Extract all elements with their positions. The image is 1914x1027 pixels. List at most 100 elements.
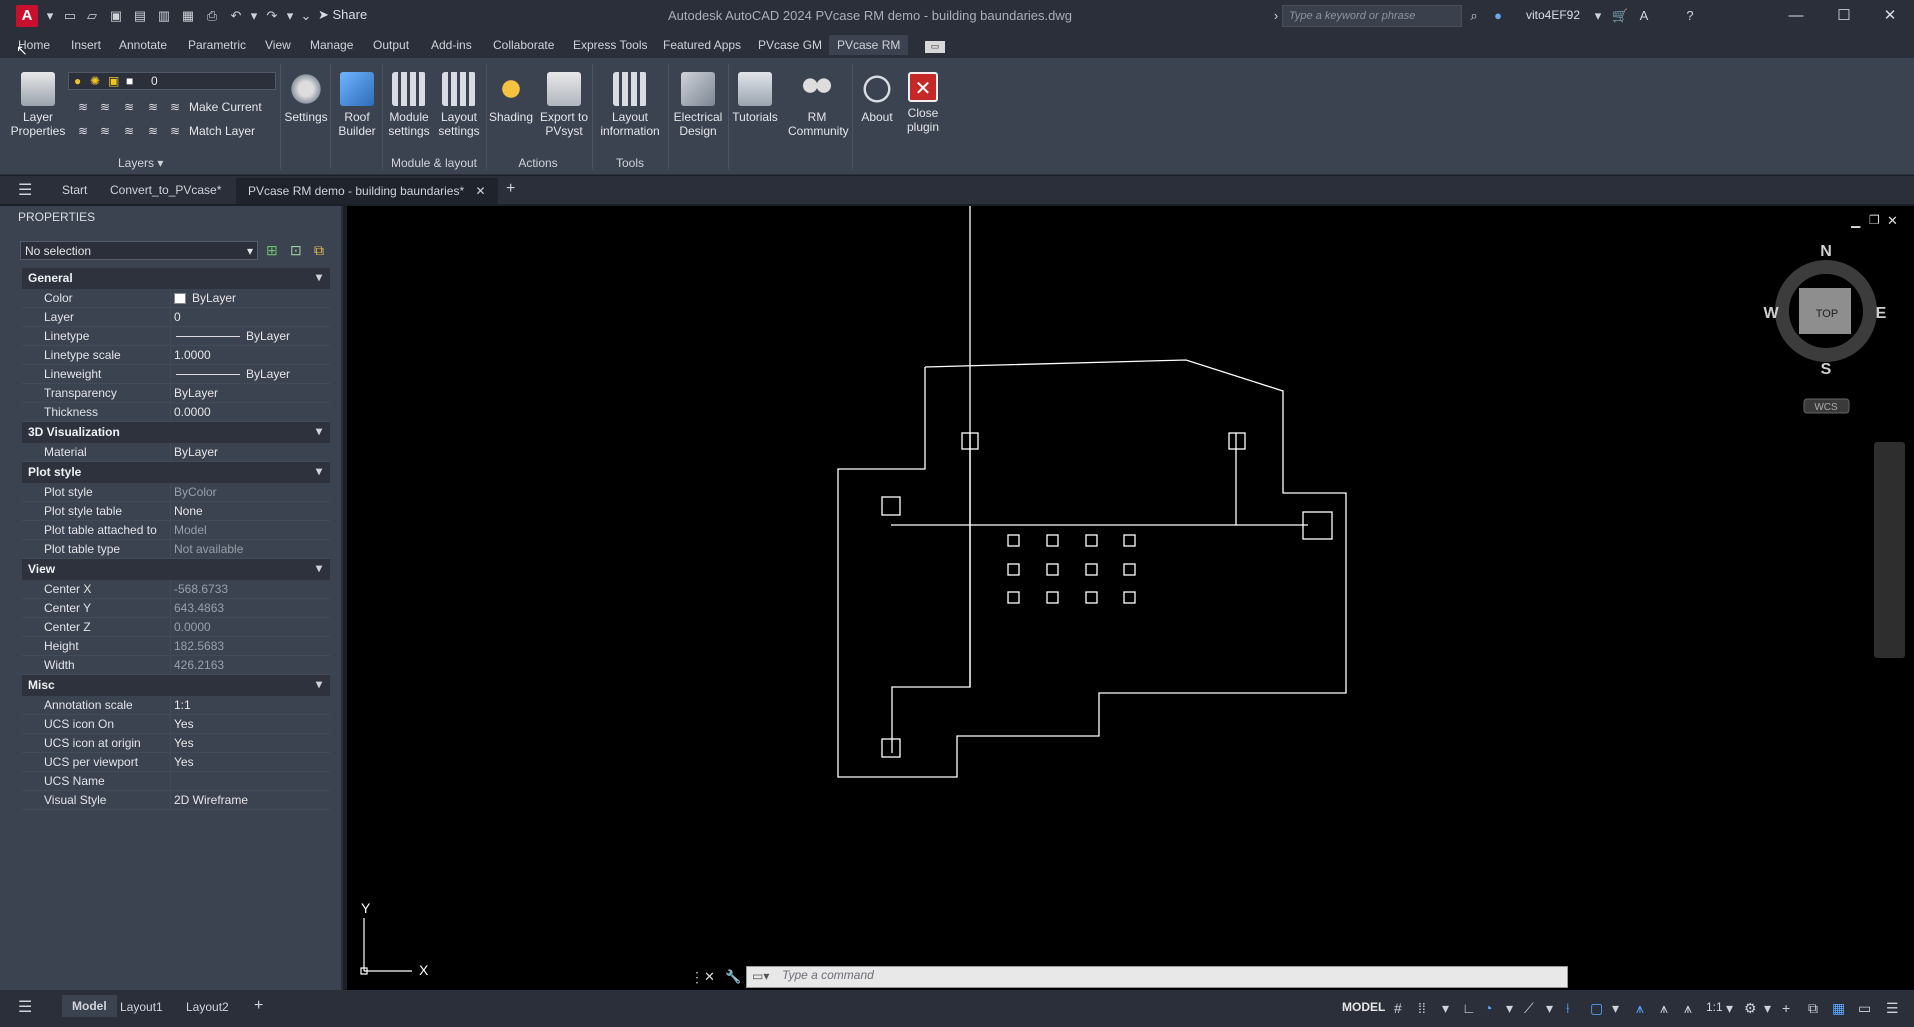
isodraft-icon[interactable]: ⟋ bbox=[1524, 1000, 1534, 1017]
clean-screen-icon[interactable]: ▭ bbox=[1858, 1000, 1871, 1017]
open-folder-icon[interactable]: ▱ bbox=[84, 8, 100, 24]
viewport-minimize-icon[interactable]: ▁ bbox=[1850, 214, 1861, 228]
property-row[interactable]: Width 426.2163 bbox=[22, 656, 330, 675]
property-row[interactable]: Height 182.5683 bbox=[22, 637, 330, 656]
user-dropdown-icon[interactable]: ▾ bbox=[1590, 8, 1606, 24]
tab-output[interactable]: Output bbox=[373, 38, 409, 52]
undo-icon[interactable]: ↶ bbox=[228, 8, 244, 24]
search-input[interactable]: Type a keyword or phrase bbox=[1282, 5, 1462, 27]
tab-layout1[interactable]: Layout1 bbox=[120, 1000, 163, 1014]
drawing-canvas[interactable]: Y X TOP N S E W WCS ▁ ❐ ✕ bbox=[347, 206, 1914, 990]
property-value[interactable]: -568.6733 bbox=[174, 582, 228, 596]
layer-tool-4-icon[interactable]: ≋ bbox=[148, 100, 164, 114]
rm-community-button[interactable]: RM Community bbox=[788, 72, 849, 138]
match-layer-button[interactable]: Match Layer bbox=[189, 124, 255, 138]
layout-settings-button[interactable]: Layout settings bbox=[434, 72, 484, 138]
units-icon[interactable]: ⧉ bbox=[1808, 1000, 1818, 1017]
property-section-header[interactable]: Plot style bbox=[22, 462, 330, 483]
selection-dropdown[interactable]: No selection ▾ bbox=[20, 241, 258, 260]
customization-menu-icon[interactable]: ☰ bbox=[1886, 1000, 1899, 1017]
compass-west[interactable]: W bbox=[1763, 305, 1779, 322]
undo-dropdown-icon[interactable]: ▾ bbox=[246, 8, 262, 24]
customize-toolbar-icon[interactable]: ⌄ bbox=[298, 8, 314, 24]
workspace-dropdown-icon[interactable]: ▾ bbox=[1764, 1000, 1771, 1017]
property-row[interactable]: Center Z 0.0000 bbox=[22, 618, 330, 637]
property-row[interactable]: Plot table attached to Model bbox=[22, 521, 330, 540]
viewport-close-icon[interactable]: ✕ bbox=[1887, 214, 1898, 229]
polar-dropdown-icon[interactable]: ▾ bbox=[1506, 1000, 1513, 1017]
toggle-pickadd-icon[interactable]: ⊞ bbox=[266, 242, 278, 259]
annotation-scale-icon[interactable]: ⩚ bbox=[1684, 1000, 1692, 1017]
user-icon[interactable]: ● bbox=[1490, 8, 1506, 24]
save-icon[interactable]: ▣ bbox=[108, 8, 124, 24]
property-value[interactable]: Not available bbox=[174, 542, 243, 556]
viewport-restore-icon[interactable]: ❐ bbox=[1869, 213, 1880, 227]
open-web-icon[interactable]: ▥ bbox=[156, 8, 172, 24]
tab-parametric[interactable]: Parametric bbox=[188, 38, 246, 52]
user-name[interactable]: vito4EF92 bbox=[1526, 8, 1580, 22]
property-row[interactable]: Annotation scale 1:1 bbox=[22, 696, 330, 715]
tab-layout2[interactable]: Layout2 bbox=[186, 1000, 229, 1014]
select-objects-icon[interactable]: ⊡ bbox=[290, 242, 302, 259]
hamburger-menu-icon[interactable]: ☰ bbox=[18, 180, 32, 200]
property-value[interactable]: ByLayer bbox=[174, 386, 218, 400]
property-row[interactable]: Plot style table None bbox=[22, 502, 330, 521]
cart-icon[interactable]: 🛒 bbox=[1612, 8, 1628, 24]
share-button[interactable]: ➤ Share bbox=[318, 7, 367, 25]
property-section-header[interactable]: Misc bbox=[22, 675, 330, 696]
add-layout-icon[interactable]: + bbox=[254, 997, 263, 1015]
compass-north[interactable]: N bbox=[1820, 243, 1832, 260]
navigation-bar[interactable] bbox=[1874, 442, 1905, 658]
property-row[interactable]: Linetype scale 1.0000 bbox=[22, 346, 330, 365]
search-icon[interactable]: ⌕ bbox=[1466, 8, 1482, 24]
layer-properties-button[interactable]: Layer Properties bbox=[10, 72, 66, 138]
command-customize-icon[interactable]: 🔧 bbox=[725, 969, 741, 985]
tab-view[interactable]: View bbox=[265, 38, 291, 52]
property-row[interactable]: Linetype ByLayer bbox=[22, 327, 330, 346]
tab-model[interactable]: Model bbox=[62, 995, 117, 1017]
property-value[interactable]: Model bbox=[174, 523, 207, 537]
quick-select-icon[interactable]: ⧉ bbox=[314, 242, 324, 259]
snap-dropdown-icon[interactable]: ▾ bbox=[1442, 1000, 1449, 1017]
layer-tool-8-icon[interactable]: ≋ bbox=[148, 124, 164, 138]
grid-icon[interactable]: # bbox=[1394, 1000, 1402, 1016]
isodraft-dropdown-icon[interactable]: ▾ bbox=[1546, 1000, 1553, 1017]
property-value[interactable]: ByLayer bbox=[174, 445, 218, 459]
property-value[interactable]: Yes bbox=[174, 717, 194, 731]
new-file-icon[interactable]: ▭ bbox=[62, 8, 78, 24]
command-grip-icon[interactable]: ⋮ bbox=[690, 969, 704, 986]
property-row[interactable]: Plot style ByColor bbox=[22, 483, 330, 502]
tab-insert[interactable]: Insert bbox=[71, 38, 101, 52]
command-input[interactable]: Type a command bbox=[782, 968, 874, 982]
property-value[interactable]: 0.0000 bbox=[174, 405, 211, 419]
autodesk-a360-icon[interactable]: A bbox=[1636, 8, 1652, 24]
redo-icon[interactable]: ↷ bbox=[264, 8, 280, 24]
help-icon[interactable]: ? bbox=[1682, 8, 1698, 24]
minimize-button[interactable]: — bbox=[1776, 4, 1816, 28]
property-row[interactable]: Thickness 0.0000 bbox=[22, 403, 330, 422]
property-section-header[interactable]: 3D Visualization bbox=[22, 422, 330, 443]
tab-pvcase-rm[interactable]: PVcase RM bbox=[829, 35, 909, 55]
property-value[interactable]: 182.5683 bbox=[174, 639, 224, 653]
layout-menu-icon[interactable]: ☰ bbox=[18, 997, 32, 1017]
layer-tool-7-icon[interactable]: ≋ bbox=[124, 124, 140, 138]
electrical-design-button[interactable]: Electrical Design bbox=[670, 72, 726, 138]
property-value[interactable]: 0 bbox=[174, 310, 181, 324]
object-snap-icon[interactable]: ▢ bbox=[1590, 1000, 1603, 1017]
export-pvsyst-button[interactable]: Export to PVsyst bbox=[536, 72, 592, 138]
property-row[interactable]: Material ByLayer bbox=[22, 443, 330, 462]
polar-tracking-icon[interactable]: ◔ bbox=[1484, 1000, 1492, 1016]
tab-featured-apps[interactable]: Featured Apps bbox=[663, 38, 741, 52]
property-row[interactable]: Center Y 643.4863 bbox=[22, 599, 330, 618]
save-as-icon[interactable]: ▤ bbox=[132, 8, 148, 24]
roof-builder-button[interactable]: Roof Builder bbox=[332, 72, 382, 138]
property-row[interactable]: UCS icon at origin Yes bbox=[22, 734, 330, 753]
make-current-button[interactable]: Make Current bbox=[189, 100, 262, 114]
property-row[interactable]: UCS icon On Yes bbox=[22, 715, 330, 734]
property-value[interactable]: ByColor bbox=[174, 485, 217, 499]
save-web-icon[interactable]: ▦ bbox=[180, 8, 196, 24]
property-row[interactable]: Center X -568.6733 bbox=[22, 580, 330, 599]
tab-annotate[interactable]: Annotate bbox=[119, 38, 167, 52]
property-value[interactable]: 643.4863 bbox=[174, 601, 224, 615]
property-row[interactable]: Transparency ByLayer bbox=[22, 384, 330, 403]
